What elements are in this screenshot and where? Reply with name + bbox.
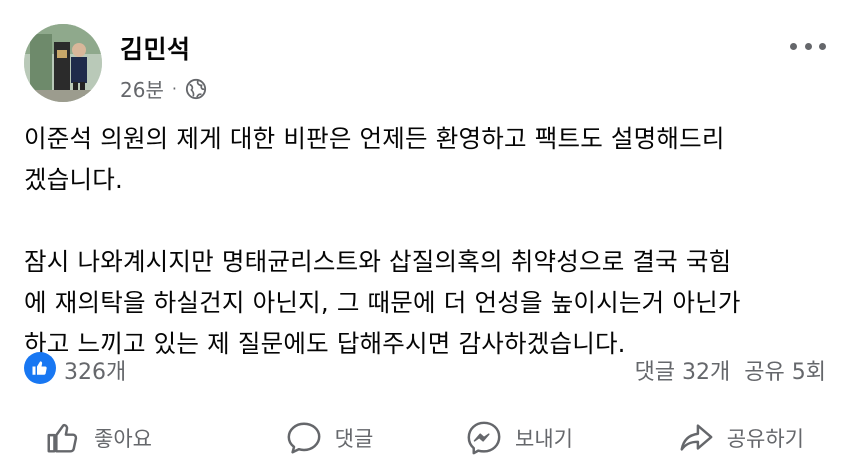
comment-button[interactable]: 댓글	[234, 408, 424, 468]
post-paragraph-1: 이준석 의원의 제게 대한 비판은 언제든 환영하고 팩트도 설명해드리 겠습니…	[24, 118, 834, 200]
share-label: 공유하기	[726, 427, 804, 451]
author-name[interactable]: 김민석	[120, 30, 191, 66]
comment-label: 댓글	[334, 427, 374, 451]
text-line: 겠습니다.	[24, 165, 123, 194]
meta-separator: ·	[171, 79, 177, 98]
share-count[interactable]: 공유 5회	[744, 354, 826, 386]
globe-icon	[185, 78, 207, 100]
engagement-counts: 댓글 32개 공유 5회	[635, 354, 826, 386]
messenger-icon	[467, 421, 501, 455]
more-options-icon[interactable]	[790, 36, 826, 56]
avatar[interactable]	[24, 24, 102, 102]
text-line: 잠시 나와계시지만 명태균리스트와 삽질의혹의 취약성으로 결국 국힘	[24, 247, 732, 276]
thumbs-up-icon	[47, 423, 78, 453]
action-bar: 좋아요 댓글 보내기 공유하기	[0, 408, 850, 468]
like-badge-icon[interactable]	[24, 352, 56, 384]
share-button[interactable]: 공유하기	[614, 408, 850, 468]
like-count[interactable]: 326개	[64, 354, 126, 386]
post-meta: 26분 ·	[120, 74, 207, 103]
text-line: 에 재의탁을 하실건지 아닌지, 그 때문에 더 언성을 높이시는거 아닌가	[24, 288, 741, 317]
send-label: 보내기	[515, 427, 573, 451]
text-line: 이준석 의원의 제게 대한 비판은 언제든 환영하고 팩트도 설명해드리	[24, 124, 725, 153]
post-header: 김민석 26분 ·	[24, 24, 826, 108]
post-stats: 326개 댓글 32개 공유 5회	[24, 350, 826, 390]
like-label: 좋아요	[94, 427, 152, 451]
post-body: 이준석 의원의 제게 대한 비판은 언제든 환영하고 팩트도 설명해드리 겠습니…	[24, 118, 834, 364]
send-button[interactable]: 보내기	[424, 408, 614, 468]
post-time[interactable]: 26분	[120, 74, 164, 103]
comment-count[interactable]: 댓글 32개	[635, 354, 731, 386]
share-icon	[680, 424, 713, 451]
like-button[interactable]: 좋아요	[0, 408, 234, 468]
post-paragraph-2: 잠시 나와계시지만 명태균리스트와 삽질의혹의 취약성으로 결국 국힘 에 재의…	[24, 241, 834, 364]
comment-icon	[287, 422, 321, 454]
